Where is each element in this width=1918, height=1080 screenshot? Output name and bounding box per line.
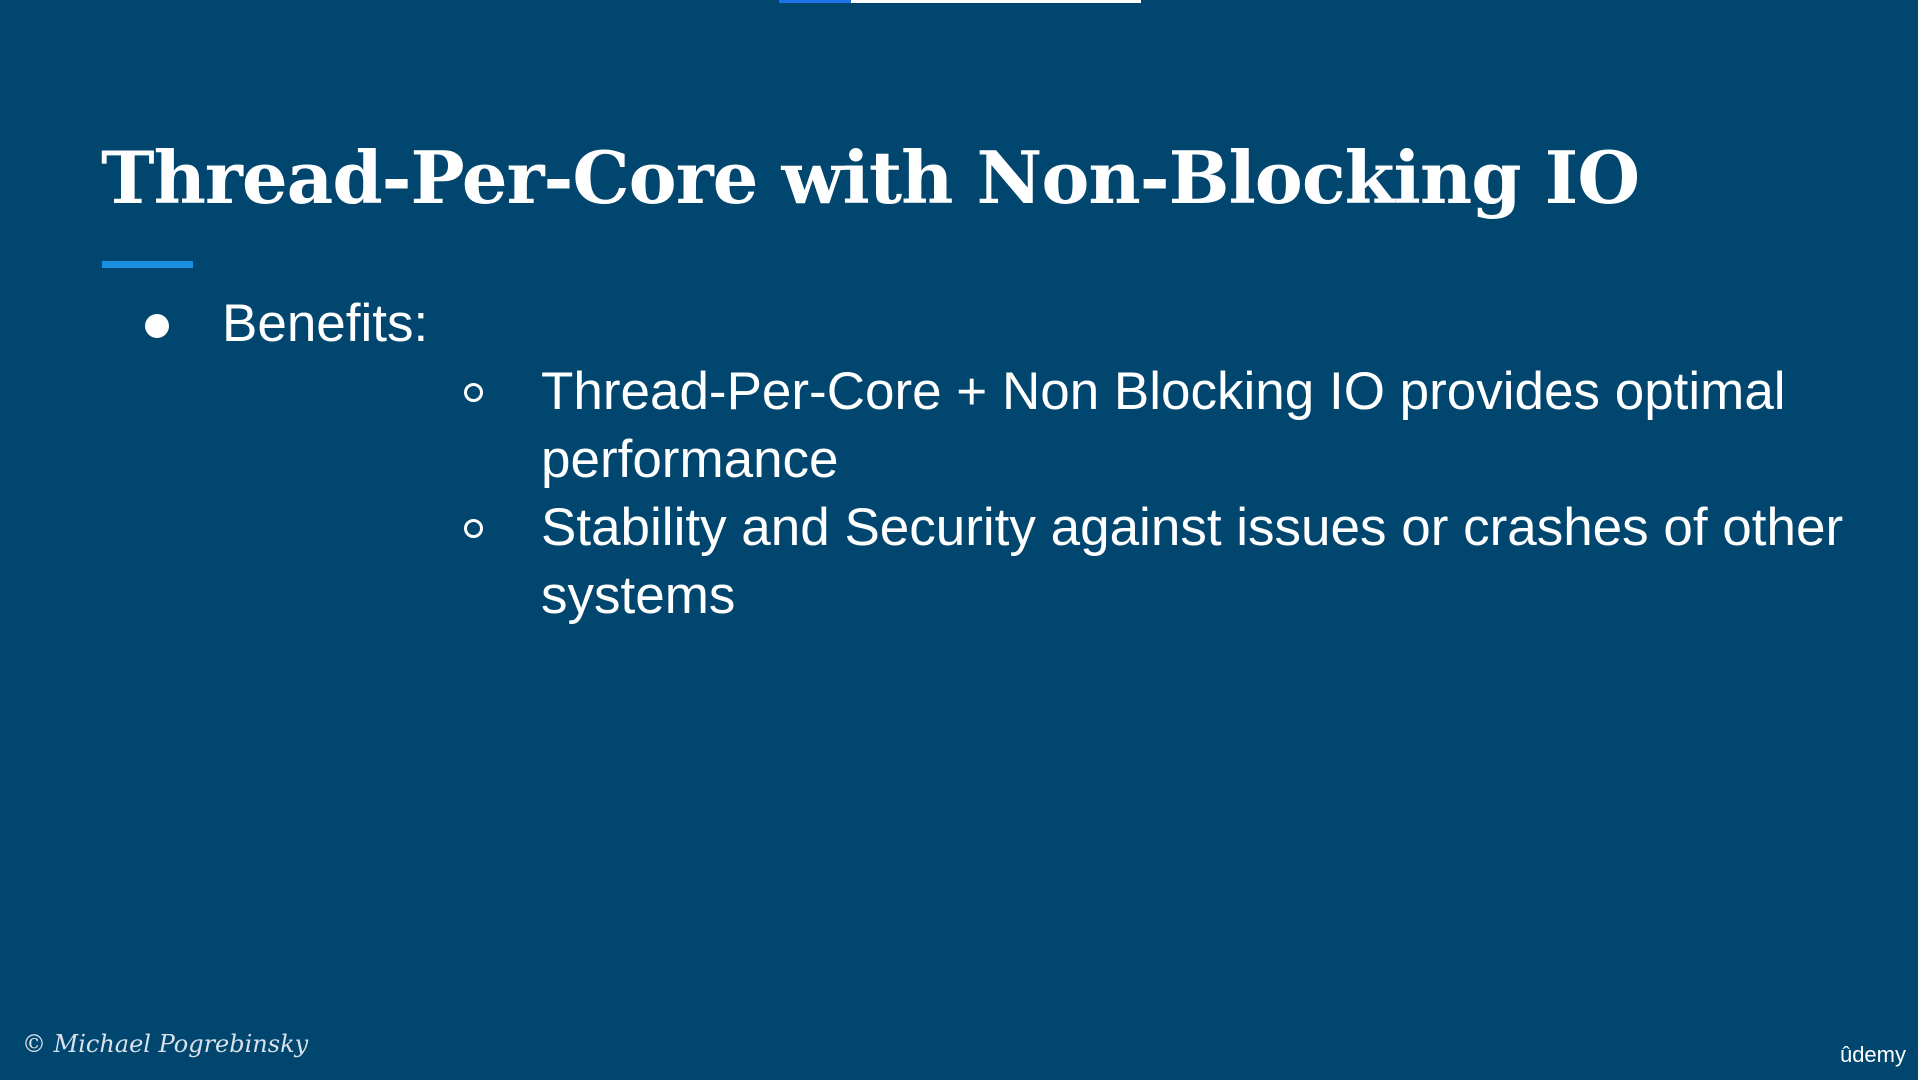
sub-bullet-item: Stability and Security against issues or… [222, 494, 1918, 630]
sub-bullet-list: Thread-Per-Core + Non Blocking IO provid… [222, 358, 1918, 630]
video-progress-fill [779, 0, 852, 3]
udemy-logo: ûdemy [1839, 1042, 1906, 1067]
bullet-text: Benefits: [222, 294, 429, 353]
slide-title: Thread-Per-Core with Non-Blocking IO [101, 135, 1640, 220]
filled-bullet-icon [145, 314, 169, 338]
sub-bullet-item: Thread-Per-Core + Non Blocking IO provid… [222, 358, 1918, 494]
hollow-bullet-icon [464, 383, 483, 402]
sub-bullet-text: Thread-Per-Core + Non Blocking IO provid… [541, 362, 1786, 489]
bullet-item: Benefits: Thread-Per-Core + Non Blocking… [0, 290, 1918, 630]
bullet-list: Benefits: Thread-Per-Core + Non Blocking… [0, 290, 1918, 630]
video-progress-bar[interactable] [779, 0, 1141, 3]
hollow-bullet-icon [464, 519, 483, 538]
title-accent-bar [102, 261, 193, 268]
copyright-notice: © Michael Pogrebinsky [22, 1030, 309, 1058]
sub-bullet-text: Stability and Security against issues or… [541, 498, 1844, 625]
